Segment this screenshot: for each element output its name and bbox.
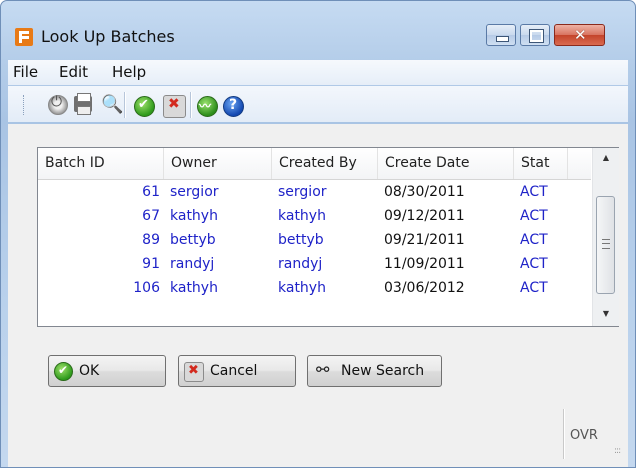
stat-cell: ACT	[520, 232, 548, 248]
stat-cell: ACT	[520, 184, 548, 200]
owner-cell: kathyh	[170, 208, 218, 224]
table-row[interactable]: 61 sergior sergior 08/30/2011 ACT	[38, 182, 591, 206]
column-batch-id[interactable]: Batch ID	[38, 148, 164, 179]
column-stat[interactable]: Stat	[514, 148, 568, 179]
print-icon[interactable]	[74, 93, 92, 115]
table-row[interactable]: 91 randyj randyj 11/09/2011 ACT	[38, 254, 591, 278]
created-by-cell: bettyb	[278, 232, 324, 248]
toolbar-separator	[190, 92, 192, 118]
menu-help[interactable]: Help	[112, 63, 146, 81]
ok-button[interactable]: OK	[48, 355, 166, 387]
toolbar-separator	[124, 92, 126, 118]
maximize-button[interactable]	[520, 24, 550, 46]
app-logo-icon	[15, 28, 33, 46]
create-date-cell: 03/06/2012	[384, 280, 465, 296]
owner-cell: sergior	[170, 184, 219, 200]
batch-id-cell: 67	[142, 208, 160, 224]
create-date-cell: 09/12/2011	[384, 208, 465, 224]
resize-grip-icon[interactable]: :::	[614, 447, 626, 460]
scroll-down-icon[interactable]: ▼	[593, 304, 619, 324]
column-create-date[interactable]: Create Date	[378, 148, 514, 179]
create-date-cell: 09/21/2011	[384, 232, 465, 248]
window-title: Look Up Batches	[41, 27, 175, 46]
batch-id-cell: 89	[142, 232, 160, 248]
menu-bar: File Edit Help	[8, 60, 628, 85]
title-bar[interactable]: Look Up Batches ✕	[1, 1, 635, 59]
created-by-cell: kathyh	[278, 280, 326, 296]
column-owner[interactable]: Owner	[164, 148, 272, 179]
owner-cell: bettyb	[170, 232, 216, 248]
batch-id-cell: 106	[133, 280, 160, 296]
status-separator	[563, 409, 565, 459]
overwrite-mode-indicator: OVR	[570, 428, 598, 443]
create-date-cell: 11/09/2011	[384, 256, 465, 272]
batch-id-cell: 91	[142, 256, 160, 272]
create-date-cell: 08/30/2011	[384, 184, 465, 200]
ok-button-label: OK	[79, 363, 100, 379]
binoculars-icon: ⚯	[316, 360, 330, 379]
stat-cell: ACT	[520, 280, 548, 296]
created-by-cell: randyj	[278, 256, 323, 272]
scroll-up-icon[interactable]: ▲	[593, 148, 619, 168]
minimize-button[interactable]	[486, 24, 516, 46]
vertical-scrollbar[interactable]: ▲ ▼	[592, 148, 619, 326]
chart-icon[interactable]	[197, 96, 218, 117]
close-icon: ✕	[574, 26, 587, 44]
help-icon[interactable]	[223, 96, 244, 117]
status-bar	[8, 404, 628, 468]
grip-icon	[602, 239, 610, 249]
cancel-icon	[184, 362, 204, 382]
menu-file[interactable]: File	[13, 63, 38, 81]
ok-icon[interactable]	[134, 96, 155, 117]
batches-list[interactable]: Batch ID Owner Created By Create Date St…	[37, 147, 619, 327]
menu-edit[interactable]: Edit	[59, 63, 88, 81]
cancel-icon[interactable]	[163, 95, 186, 118]
column-created-by[interactable]: Created By	[272, 148, 378, 179]
cancel-button-label: Cancel	[210, 363, 258, 379]
cancel-button[interactable]: Cancel	[178, 355, 296, 387]
maximize-icon	[529, 29, 544, 43]
table-row[interactable]: 67 kathyh kathyh 09/12/2011 ACT	[38, 206, 591, 230]
table-row[interactable]: 89 bettyb bettyb 09/21/2011 ACT	[38, 230, 591, 254]
owner-cell: randyj	[170, 256, 215, 272]
power-icon[interactable]	[48, 94, 68, 115]
batch-id-cell: 61	[142, 184, 160, 200]
stat-cell: ACT	[520, 208, 548, 224]
table-row[interactable]: 106 kathyh kathyh 03/06/2012 ACT	[38, 278, 591, 302]
new-search-button[interactable]: ⚯ New Search	[307, 355, 442, 387]
created-by-cell: sergior	[278, 184, 327, 200]
created-by-cell: kathyh	[278, 208, 326, 224]
scroll-thumb[interactable]	[596, 196, 615, 294]
zoom-icon[interactable]: 🔍	[101, 94, 123, 116]
stat-cell: ACT	[520, 256, 548, 272]
toolbar-grip[interactable]	[23, 95, 26, 115]
minimize-icon	[496, 36, 509, 42]
ok-icon	[54, 362, 73, 381]
owner-cell: kathyh	[170, 280, 218, 296]
list-header: Batch ID Owner Created By Create Date St…	[38, 148, 591, 180]
close-button[interactable]: ✕	[554, 24, 605, 46]
new-search-button-label: New Search	[341, 363, 425, 379]
